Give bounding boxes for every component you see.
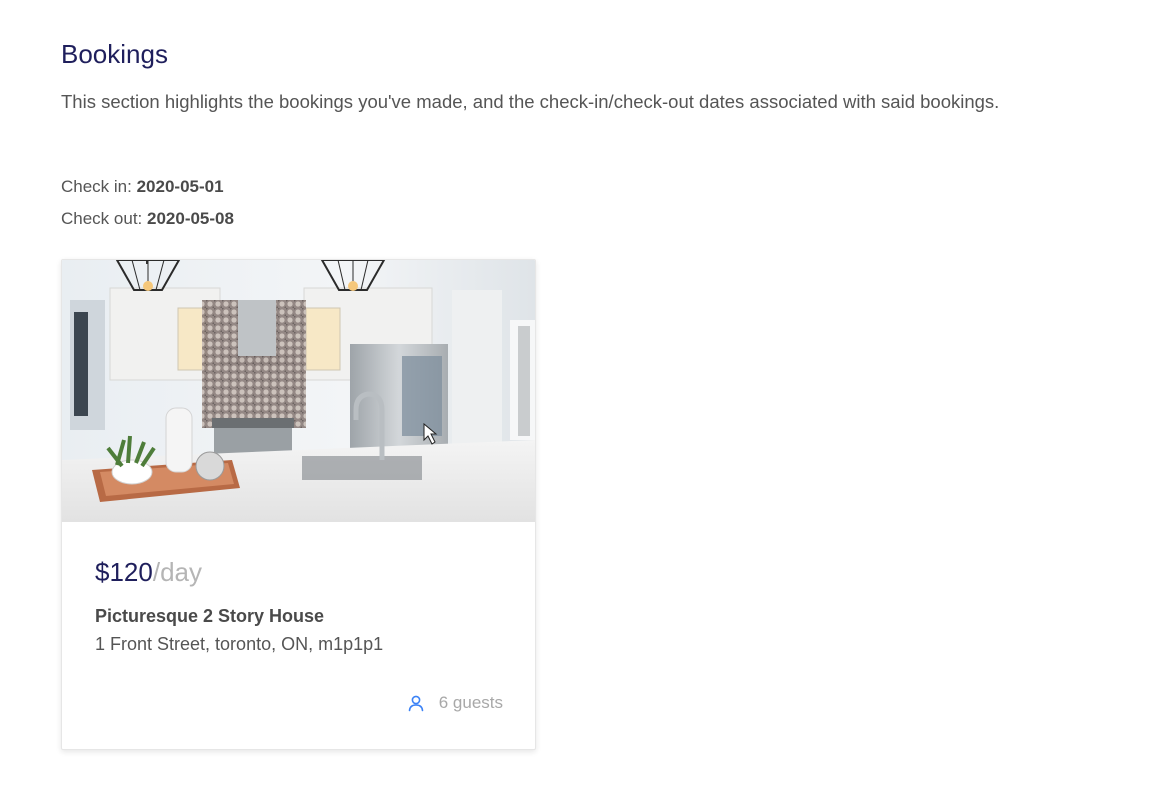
listing-title: Picturesque 2 Story House — [95, 606, 325, 626]
check-out-label: Check out: — [61, 209, 147, 228]
guests-count: 6 guests — [438, 693, 503, 712]
booking-dates: Check in: 2020-05-01 Check out: 2020-05-… — [61, 176, 234, 240]
listing-cover-image[interactable] — [62, 260, 535, 522]
listing-price: $120/day — [95, 556, 503, 590]
user-icon — [408, 695, 424, 712]
check-in-value: 2020-05-01 — [136, 177, 224, 196]
listing-card-body: $120/day Picturesque 2 Story House 1 Fro… — [95, 556, 503, 656]
check-out-value: 2020-05-08 — [147, 209, 234, 228]
listing-card[interactable]: $120/day Picturesque 2 Story House 1 Fro… — [61, 259, 536, 750]
check-in-label: Check in: — [61, 177, 137, 196]
check-out-line: Check out: 2020-05-08 — [61, 208, 234, 240]
listing-address: 1 Front Street, toronto, ON, m1p1p1 — [95, 634, 384, 654]
price-unit: /day — [152, 557, 202, 587]
page-description: This section highlights the bookings you… — [61, 91, 1000, 112]
page-title: Bookings — [61, 39, 168, 69]
price-amount: $120 — [95, 557, 153, 587]
listing-guests: 6 guests — [407, 693, 503, 713]
check-in-line: Check in: 2020-05-01 — [61, 176, 234, 208]
